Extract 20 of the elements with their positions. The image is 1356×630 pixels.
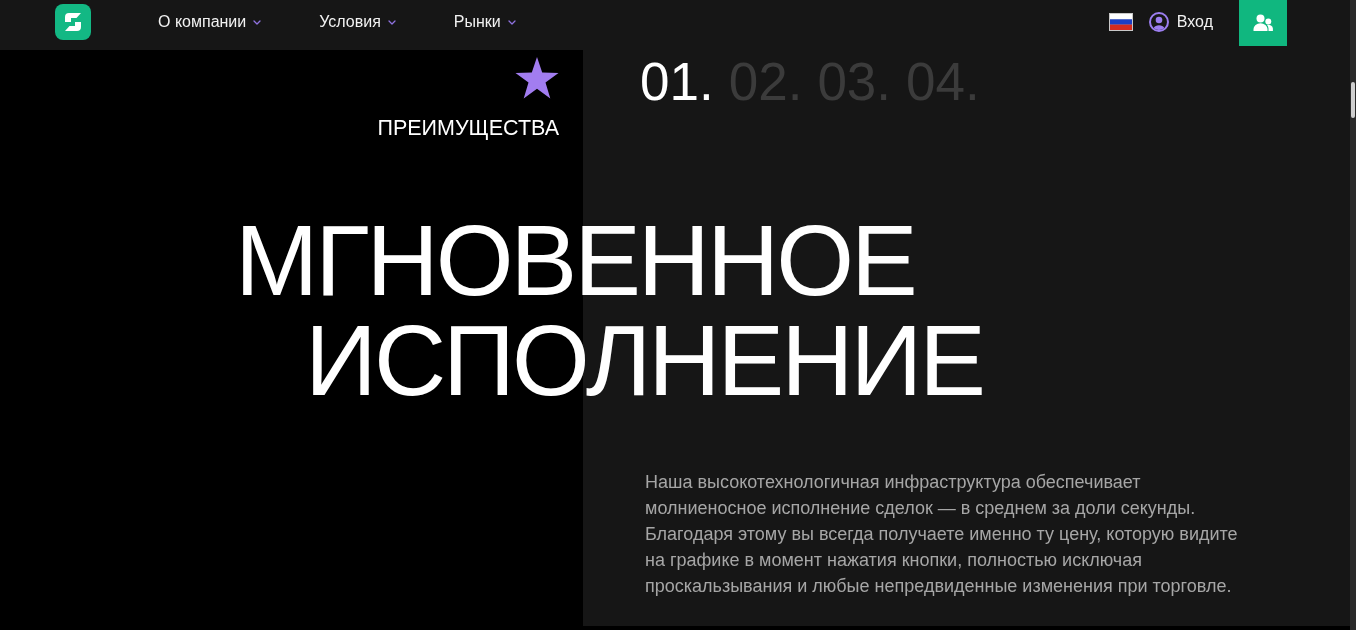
nav-menu-item[interactable]: Условия xyxy=(319,13,396,31)
description-paragraph: Наша высокотехнологичная инфраструктура обеспечивает молниеносное исполнение сделок — в среднем за доли секунды. Благодаря этому вы всегда получаете именно ту цену, которую видите на графике в момент нажатия кнопки, полностью исключая проскальзывания и любые непредвиденные изменения при торговле. xyxy=(645,470,1239,598)
chevron-down-icon xyxy=(387,19,396,25)
users-icon xyxy=(1253,14,1273,32)
chevron-down-icon xyxy=(507,19,516,25)
scrollbar-thumb[interactable] xyxy=(1351,82,1355,118)
star-icon xyxy=(515,57,559,99)
login-link[interactable]: Вход xyxy=(1148,12,1213,32)
nav-menu-item[interactable]: О компании xyxy=(158,13,262,31)
scrollbar-track[interactable] xyxy=(1350,0,1356,630)
headline-line: МГНОВЕННОЕ xyxy=(235,209,915,310)
russian-flag-icon[interactable] xyxy=(1108,13,1133,31)
account-button[interactable] xyxy=(1239,0,1287,46)
headline-line: ИСПОЛНЕНИЕ xyxy=(304,309,983,410)
nav-menu-item[interactable]: Рынки xyxy=(453,13,516,31)
user-circle-icon xyxy=(1148,12,1169,32)
logo-icon[interactable] xyxy=(55,4,91,40)
chevron-down-icon xyxy=(253,19,262,25)
section-label: ПРЕИМУЩЕСТВА xyxy=(377,116,559,142)
step-number[interactable]: 01. xyxy=(640,62,714,102)
